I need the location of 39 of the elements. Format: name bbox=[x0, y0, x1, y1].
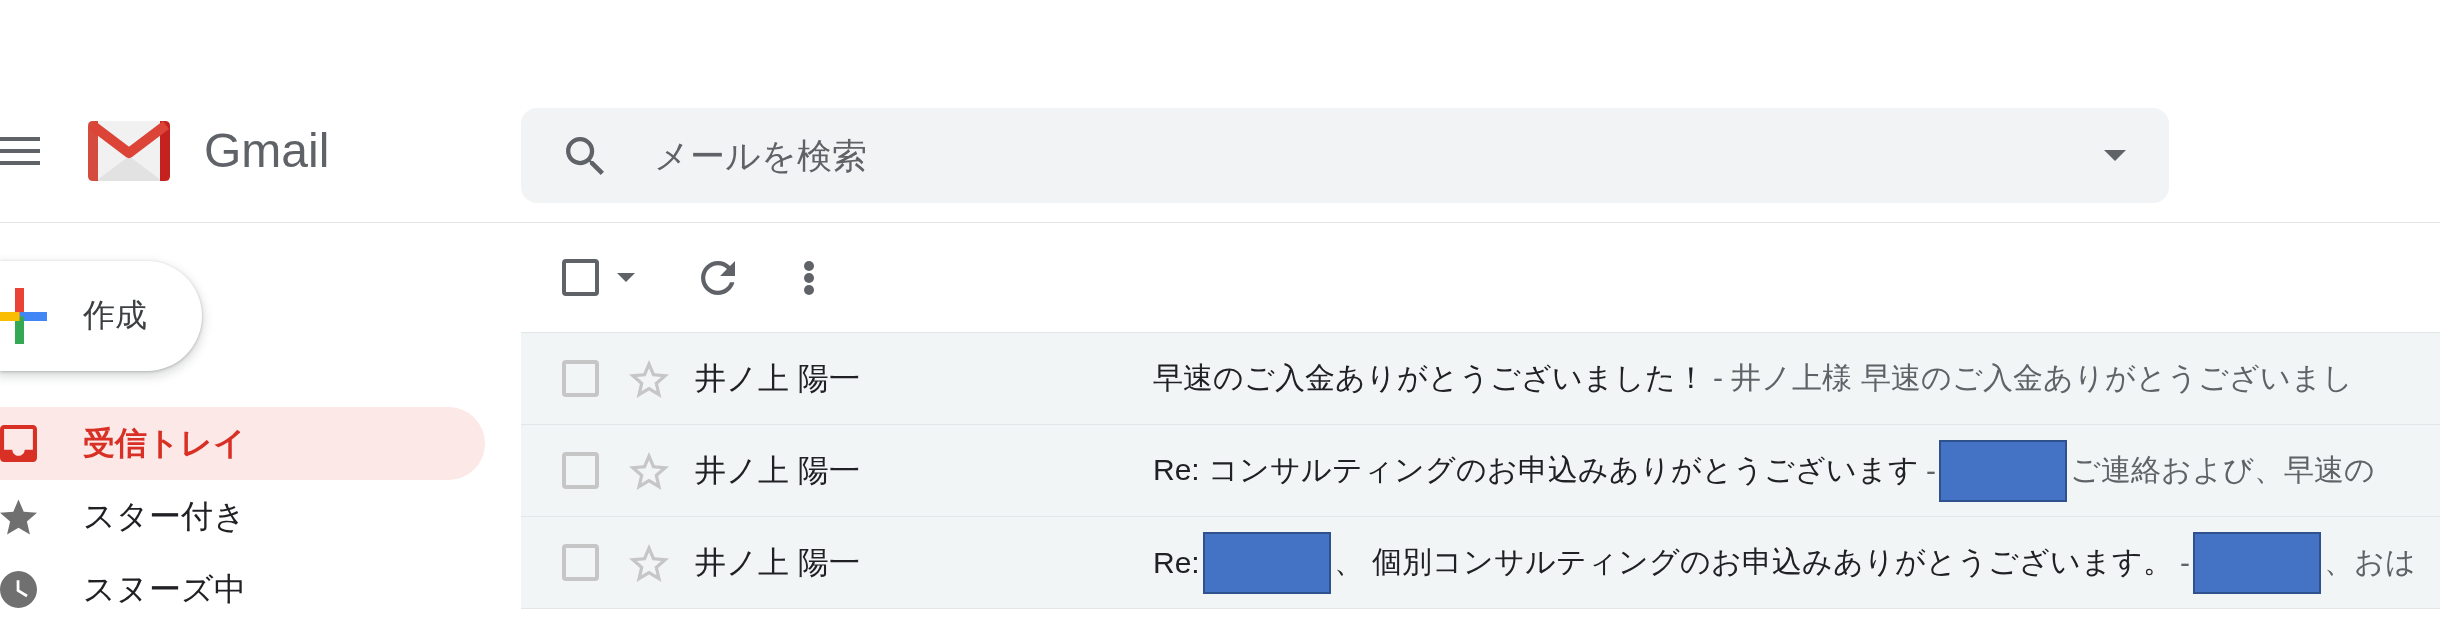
email-snippet: ご連絡および、早速の bbox=[2070, 452, 2376, 488]
search-input[interactable]: メールを検索 bbox=[654, 129, 2084, 182]
search-icon[interactable] bbox=[566, 136, 604, 175]
checkbox[interactable] bbox=[562, 259, 599, 296]
clock-icon bbox=[0, 571, 37, 608]
menu-icon[interactable] bbox=[0, 137, 40, 165]
email-snippet: - 井ノ上様 早速のご入金ありがとうございまし bbox=[1713, 360, 2353, 396]
email-subject: Re: bbox=[1153, 545, 1200, 580]
sender-name: 井ノ上 陽一 bbox=[695, 359, 861, 398]
sender-name: 井ノ上 陽一 bbox=[695, 543, 861, 582]
email-subject: Re: コンサルティングのお申込みありがとうございます bbox=[1153, 452, 1920, 488]
caret-icon[interactable] bbox=[617, 273, 635, 282]
nav-item[interactable]: スヌーズ中 bbox=[0, 553, 485, 626]
checkbox[interactable] bbox=[562, 544, 599, 581]
email-snippet: 、おは bbox=[2324, 544, 2417, 580]
star-icon[interactable] bbox=[629, 359, 669, 398]
three-dots-icon[interactable] bbox=[803, 259, 815, 296]
email-row[interactable]: 井ノ上 陽一 早速のご入金ありがとうございました！ - 井ノ上様 早速のご入金ありがとうございまし bbox=[521, 333, 2440, 425]
email-row[interactable]: 井ノ上 陽一 Re: コンサルティングのお申込みありがとうございます - ご連絡および、早速の bbox=[521, 425, 2440, 517]
star-icon[interactable] bbox=[629, 543, 669, 582]
email-snippet: - bbox=[1926, 453, 1937, 488]
tray-icon bbox=[0, 425, 37, 462]
checkbox[interactable] bbox=[562, 452, 599, 489]
compose-button[interactable]: 作成 bbox=[0, 261, 202, 371]
star-icon bbox=[0, 498, 37, 535]
nav-item[interactable]: スター付き bbox=[0, 480, 485, 553]
email-snippet: - bbox=[2180, 545, 2191, 580]
email-subject: 、 個別コンサルティングのお申込みありがとうございます。 bbox=[1333, 544, 2174, 580]
caret-icon[interactable] bbox=[2104, 150, 2126, 161]
app-name: Gmail bbox=[204, 127, 330, 175]
plus-icon bbox=[0, 288, 47, 344]
email-subject: 早速のご入金ありがとうございました！ bbox=[1153, 360, 1706, 396]
nav-item[interactable]: 受信トレイ bbox=[0, 407, 485, 480]
checkbox[interactable] bbox=[562, 360, 599, 397]
star-icon[interactable] bbox=[629, 451, 669, 490]
sender-name: 井ノ上 陽一 bbox=[695, 451, 861, 490]
email-row[interactable]: 井ノ上 陽一 Re: 、 個別コンサルティングのお申込みありがとうございます。 - 、おは bbox=[521, 517, 2440, 609]
search-field[interactable]: メールを検索 bbox=[521, 108, 2169, 203]
circular-arrow-icon[interactable] bbox=[701, 260, 735, 295]
